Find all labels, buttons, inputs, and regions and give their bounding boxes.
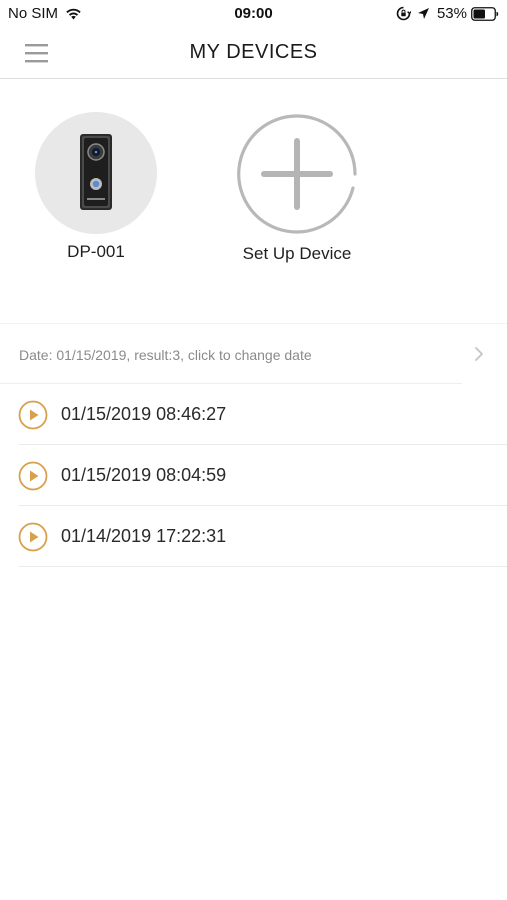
device-label: DP-001	[67, 242, 125, 261]
play-icon[interactable]	[18, 400, 48, 430]
status-bar: No SIM 09:00 53%	[0, 0, 507, 28]
recording-timestamp: 01/15/2019 08:46:27	[61, 404, 227, 424]
status-right: 53%	[396, 5, 499, 22]
set-up-device-button[interactable]: Set Up Device	[225, 110, 369, 264]
nav-bar: MY DEVICES	[0, 28, 507, 79]
divider	[19, 566, 507, 567]
play-icon[interactable]	[18, 522, 48, 552]
play-icon[interactable]	[18, 461, 48, 491]
recording-timestamp: 01/15/2019 08:04:59	[61, 465, 227, 485]
app-screen: No SIM 09:00 53% MY DEVICES DP-001 Set U…	[0, 0, 507, 900]
chevron-right-icon	[474, 346, 484, 362]
page-title: MY DEVICES	[189, 41, 318, 63]
date-result-text: Date: 01/15/2019, result:3, click to cha…	[19, 347, 312, 363]
device-label: Set Up Device	[242, 244, 352, 263]
rotation-lock-icon	[396, 6, 412, 21]
location-icon	[417, 7, 430, 20]
add-icon	[235, 112, 359, 236]
device-dp001[interactable]: DP-001	[28, 110, 164, 262]
recording-item[interactable]: 01/15/2019 08:46:27	[0, 384, 507, 445]
battery-icon	[471, 6, 499, 21]
recording-list: 01/15/2019 08:46:27 01/15/2019 08:04:59 …	[0, 384, 507, 567]
recording-timestamp: 01/14/2019 17:22:31	[61, 526, 227, 546]
doorbell-device-image	[35, 112, 157, 234]
recording-item[interactable]: 01/15/2019 08:04:59	[0, 445, 507, 506]
change-date-row[interactable]: Date: 01/15/2019, result:3, click to cha…	[0, 323, 507, 384]
recording-item[interactable]: 01/14/2019 17:22:31	[0, 506, 507, 567]
battery-percent: 53%	[436, 5, 467, 22]
